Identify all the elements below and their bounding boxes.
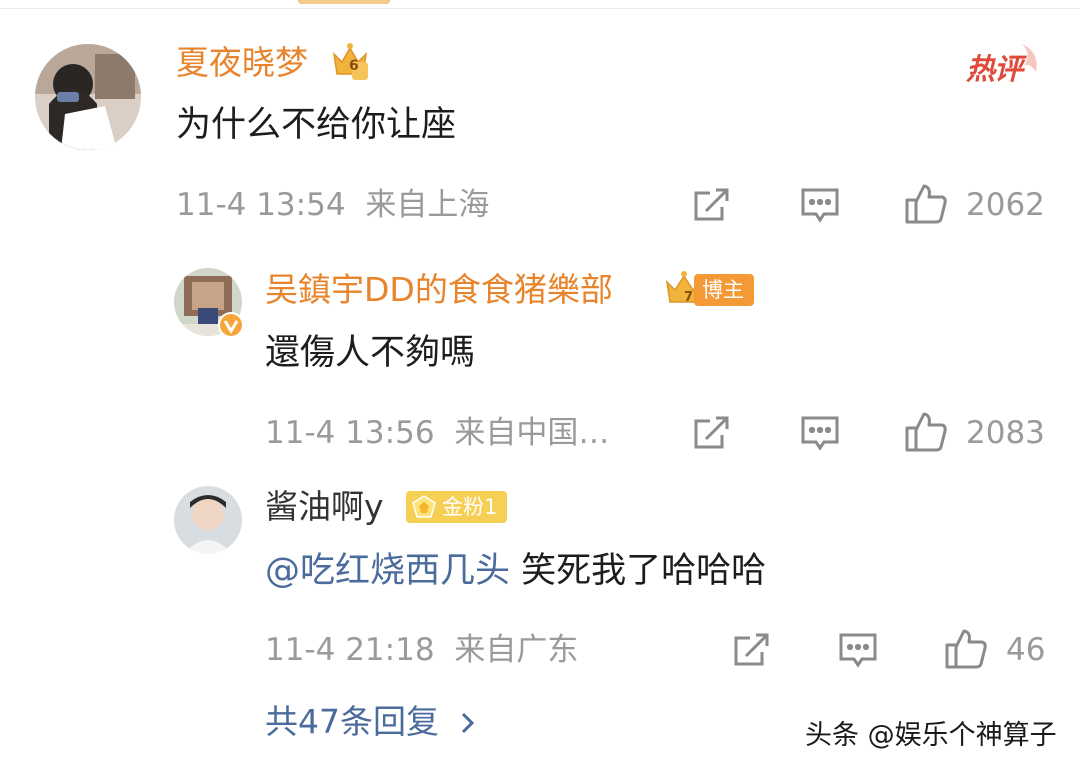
comment-time: 11-4 13:54	[176, 187, 346, 223]
badge-number: 7	[684, 290, 694, 305]
reply-time: 11-4 13:56	[265, 415, 435, 451]
mention-link[interactable]: @吃红烧西几头	[265, 551, 510, 591]
reply-text: @吃红烧西几头 笑死我了哈哈哈	[265, 549, 766, 593]
like-count: 2083	[966, 415, 1045, 451]
reply-username[interactable]: 吴鎮宇DD的食食猪樂部	[265, 270, 613, 310]
avatar[interactable]	[35, 44, 141, 150]
reply-time: 11-4 21:18	[265, 632, 435, 668]
reply-body: 笑死我了哈哈哈	[510, 551, 767, 591]
comment-icon[interactable]	[800, 185, 840, 225]
top-tab-indicator	[298, 0, 390, 4]
reply-location: 来自中国…	[454, 415, 610, 451]
reply-meta: 11-4 13:56 来自中国…	[265, 413, 609, 453]
hot-comment-label: 热评	[966, 42, 1044, 88]
comment-icon[interactable]	[838, 630, 878, 670]
comment-icon[interactable]	[800, 413, 840, 453]
blogger-badge: 博主	[694, 274, 754, 306]
reply-avatar[interactable]	[174, 486, 242, 554]
more-replies-link[interactable]: 共47条回复	[265, 702, 476, 744]
comment-meta: 11-4 13:54 来自上海	[176, 185, 489, 225]
gold-fan-icon	[411, 494, 437, 520]
top-divider	[0, 8, 1080, 9]
share-icon[interactable]	[692, 185, 732, 225]
reply-meta: 11-4 21:18 来自广东	[265, 630, 578, 670]
like-count: 46	[1006, 632, 1046, 668]
like-icon[interactable]	[904, 411, 948, 453]
share-icon[interactable]	[732, 630, 772, 670]
chevron-right-icon	[460, 704, 476, 744]
comment-text: 为什么不给你让座	[176, 105, 457, 145]
reply-username[interactable]: 酱油啊y	[265, 487, 384, 527]
more-replies-label: 共47条回复	[265, 702, 439, 741]
comment-username[interactable]: 夏夜晓梦	[176, 43, 308, 83]
watermark: 头条 @娱乐个神算子	[805, 720, 1057, 751]
share-icon[interactable]	[692, 413, 732, 453]
like-icon[interactable]	[944, 628, 988, 670]
verified-icon	[218, 312, 244, 338]
like-count: 2062	[966, 187, 1045, 223]
reply-text: 還傷人不夠嗎	[265, 333, 476, 373]
reply-location: 来自广东	[454, 632, 579, 668]
like-icon[interactable]	[904, 183, 948, 225]
level-number: 6	[349, 58, 359, 74]
comment-location: 来自上海	[365, 187, 490, 223]
